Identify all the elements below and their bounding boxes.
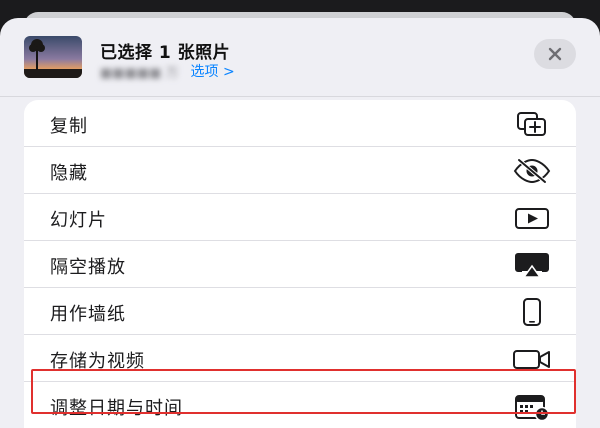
sheet-header: 已选择 1 张照片 ■■■■■ 万 选项 > xyxy=(0,18,600,88)
header-divider xyxy=(0,96,600,97)
sheet-subtitle: ■■■■■ 万 选项 > xyxy=(100,61,235,81)
close-button[interactable] xyxy=(534,39,576,69)
menu-item-label: 幻灯片 xyxy=(50,210,107,231)
play-rectangle-icon xyxy=(512,202,552,234)
video-camera-icon xyxy=(512,343,552,375)
airplay-icon xyxy=(512,249,552,281)
calendar-clock-icon xyxy=(512,390,552,422)
menu-item-adjust-date-time[interactable]: 调整日期与时间 xyxy=(24,382,576,428)
menu-item-label: 复制 xyxy=(50,116,88,137)
share-sheet: 已选择 1 张照片 ■■■■■ 万 选项 > 复制 隐藏 幻灯片 隔空播放 用作… xyxy=(0,18,600,428)
menu-item-label: 隔空播放 xyxy=(50,257,126,278)
duplicate-icon xyxy=(512,108,552,140)
menu-item-label: 用作墙纸 xyxy=(50,304,126,325)
blurred-location: ■■■■■ 万 xyxy=(100,65,179,81)
sheet-title: 已选择 1 张照片 xyxy=(100,43,231,63)
photo-thumbnail xyxy=(24,36,82,78)
menu-item-save-as-video[interactable]: 存储为视频 xyxy=(24,335,576,382)
iphone-icon xyxy=(512,296,552,328)
menu-item-use-as-wallpaper[interactable]: 用作墙纸 xyxy=(24,288,576,335)
action-list: 复制 隐藏 幻灯片 隔空播放 用作墙纸 存储为视频 调整日期与时间 xyxy=(24,100,576,428)
menu-item-label: 存储为视频 xyxy=(50,351,145,372)
menu-item-label: 隐藏 xyxy=(50,163,88,184)
close-icon xyxy=(547,46,563,62)
menu-item-duplicate[interactable]: 复制 xyxy=(24,100,576,147)
eye-slash-icon xyxy=(512,155,552,187)
menu-item-hide[interactable]: 隐藏 xyxy=(24,147,576,194)
menu-item-airplay[interactable]: 隔空播放 xyxy=(24,241,576,288)
menu-item-slideshow[interactable]: 幻灯片 xyxy=(24,194,576,241)
menu-item-label: 调整日期与时间 xyxy=(50,398,183,419)
options-link[interactable]: 选项 > xyxy=(191,61,235,81)
